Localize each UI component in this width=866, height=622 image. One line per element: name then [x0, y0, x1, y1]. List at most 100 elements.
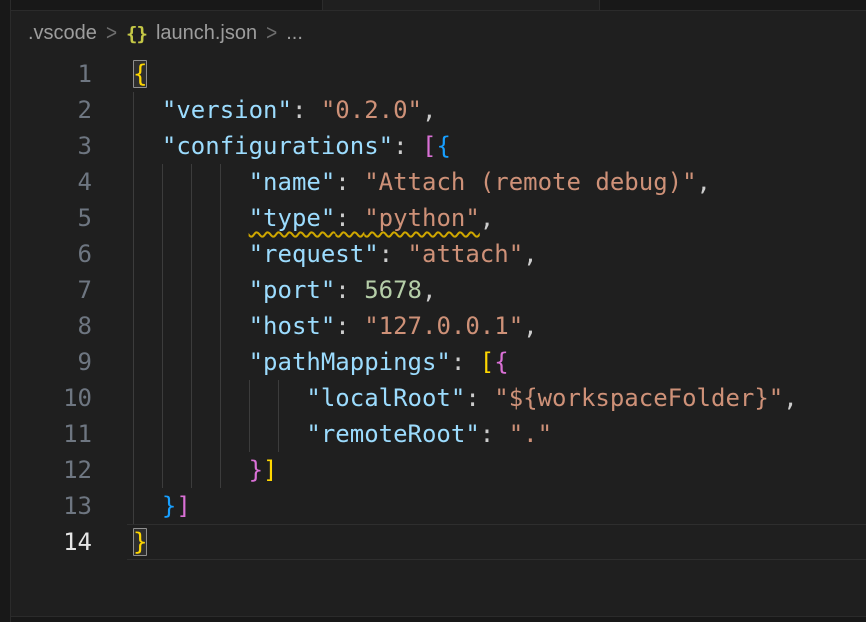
- code-token: :: [335, 204, 364, 232]
- code-token: ,: [422, 96, 436, 124]
- line-number[interactable]: 7: [11, 272, 92, 308]
- code-token: :: [335, 312, 364, 340]
- code-token: :: [451, 348, 480, 376]
- code-token: :: [292, 96, 321, 124]
- code-content: "pathMappings": [{: [133, 344, 509, 380]
- code-token: "name": [249, 168, 336, 196]
- code-token: [133, 312, 249, 340]
- code-token: {: [436, 132, 450, 160]
- code-content: "remoteRoot": ".": [133, 416, 552, 452]
- line-number[interactable]: 9: [11, 344, 92, 380]
- bracket-match: }: [133, 528, 147, 556]
- line-number[interactable]: 12: [11, 452, 92, 488]
- code-line[interactable]: 1{: [11, 56, 866, 92]
- code-line[interactable]: 4 "name": "Attach (remote debug)",: [11, 164, 866, 200]
- code-line[interactable]: 11 "remoteRoot": ".": [11, 416, 866, 452]
- code-line[interactable]: 2 "version": "0.2.0",: [11, 92, 866, 128]
- code-token: :: [393, 132, 422, 160]
- tab-edge-left[interactable]: [0, 0, 323, 10]
- code-token: 5678: [364, 276, 422, 304]
- code-token: [133, 420, 306, 448]
- code-token: ,: [783, 384, 797, 412]
- code-token: "version": [162, 96, 292, 124]
- code-token: :: [335, 276, 364, 304]
- code-token: "attach": [408, 240, 524, 268]
- code-token: "pathMappings": [249, 348, 451, 376]
- code-token: [133, 204, 249, 232]
- code-token: "Attach (remote debug)": [364, 168, 696, 196]
- code-token: "request": [249, 240, 379, 268]
- code-line[interactable]: 6 "request": "attach",: [11, 236, 866, 272]
- code-token: "127.0.0.1": [364, 312, 523, 340]
- code-content: "port": 5678,: [133, 272, 436, 308]
- code-token: "0.2.0": [321, 96, 422, 124]
- code-token: [133, 456, 249, 484]
- code-token: ".": [509, 420, 552, 448]
- code-content: "request": "attach",: [133, 236, 538, 272]
- code-content: {: [133, 56, 147, 92]
- code-token: [133, 96, 162, 124]
- code-token: "type": [249, 204, 336, 232]
- line-number[interactable]: 13: [11, 488, 92, 524]
- line-number[interactable]: 11: [11, 416, 92, 452]
- code-token: ,: [422, 276, 436, 304]
- breadcrumb: .vscode > {} launch.json > ...: [11, 11, 866, 56]
- code-line[interactable]: 10 "localRoot": "${workspaceFolder}",: [11, 380, 866, 416]
- code-token: "localRoot": [306, 384, 465, 412]
- code-lines: 1{2 "version": "0.2.0",3 "configurations…: [11, 56, 866, 616]
- line-number[interactable]: 1: [11, 56, 92, 92]
- line-number[interactable]: 8: [11, 308, 92, 344]
- code-content: }]: [133, 452, 278, 488]
- code-line[interactable]: 7 "port": 5678,: [11, 272, 866, 308]
- breadcrumb-folder[interactable]: .vscode: [28, 22, 97, 45]
- line-number[interactable]: 2: [11, 92, 92, 128]
- breadcrumb-file[interactable]: launch.json: [156, 22, 257, 45]
- code-content: "localRoot": "${workspaceFolder}",: [133, 380, 798, 416]
- code-token: {: [494, 348, 508, 376]
- code-token: [133, 240, 249, 268]
- line-number[interactable]: 6: [11, 236, 92, 272]
- code-line[interactable]: 8 "host": "127.0.0.1",: [11, 308, 866, 344]
- line-number[interactable]: 4: [11, 164, 92, 200]
- code-content: "configurations": [{: [133, 128, 451, 164]
- code-line[interactable]: 14}: [11, 524, 866, 560]
- code-token: "python": [364, 204, 480, 232]
- code-token: :: [465, 384, 494, 412]
- line-number[interactable]: 14: [11, 524, 92, 560]
- tab-bar-edge: [0, 0, 866, 11]
- code-line[interactable]: 9 "pathMappings": [{: [11, 344, 866, 380]
- vscode-editor: .vscode > {} launch.json > ... 1{2 "vers…: [0, 0, 866, 622]
- code-line[interactable]: 5 "type": "python",: [11, 200, 866, 236]
- code-content: "type": "python",: [133, 200, 494, 236]
- code-content: "version": "0.2.0",: [133, 92, 436, 128]
- breadcrumb-symbol-ellipsis[interactable]: ...: [286, 22, 303, 45]
- code-token: :: [335, 168, 364, 196]
- code-line[interactable]: 3 "configurations": [{: [11, 128, 866, 164]
- code-token: "configurations": [162, 132, 393, 160]
- code-token: [133, 492, 162, 520]
- code-content: }: [133, 524, 147, 560]
- code-line[interactable]: 12 }]: [11, 452, 866, 488]
- code-token: "port": [249, 276, 336, 304]
- code-token: [133, 132, 162, 160]
- code-token: ,: [523, 312, 537, 340]
- sidebar-edge: [0, 0, 11, 622]
- code-content: "host": "127.0.0.1",: [133, 308, 538, 344]
- code-token: }: [162, 492, 176, 520]
- code-token: [: [422, 132, 436, 160]
- code-token: [133, 384, 306, 412]
- line-number[interactable]: 5: [11, 200, 92, 236]
- json-braces-icon: {}: [126, 23, 147, 45]
- code-token: "host": [249, 312, 336, 340]
- code-line[interactable]: 13 }]: [11, 488, 866, 524]
- panel-edge: [0, 616, 866, 622]
- tab-edge-right[interactable]: [600, 0, 866, 10]
- tab-edge-active[interactable]: [323, 0, 600, 10]
- code-token: [133, 348, 249, 376]
- line-number[interactable]: 3: [11, 128, 92, 164]
- line-number[interactable]: 10: [11, 380, 92, 416]
- code-token: :: [480, 420, 509, 448]
- code-token: [133, 168, 249, 196]
- code-token: }: [249, 456, 263, 484]
- chevron-right-icon: >: [106, 21, 117, 46]
